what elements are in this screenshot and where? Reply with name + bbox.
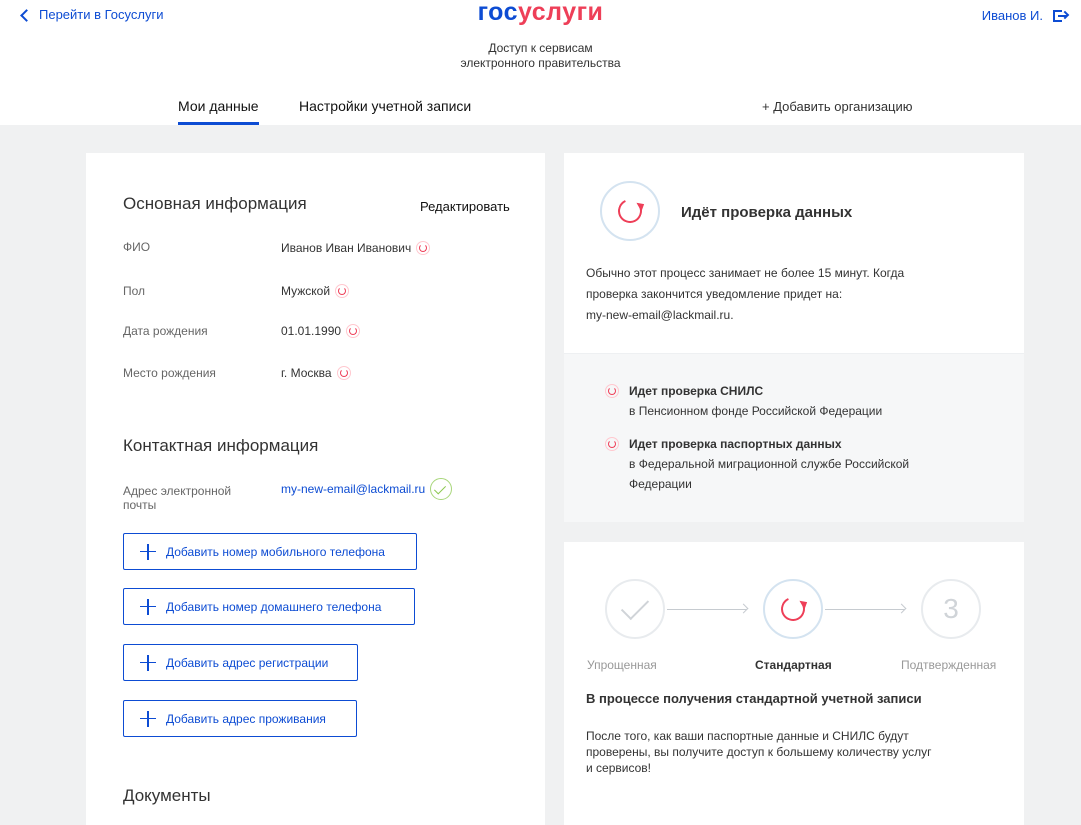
verification-title: Идёт проверка данных — [681, 204, 853, 221]
field-value-gender: Мужской — [281, 284, 350, 298]
pending-check-icon — [605, 437, 619, 451]
check-item-snils: Идет проверка СНИЛС в Пенсионном фонде Р… — [605, 381, 882, 421]
field-value-birthdate: 01.01.1990 — [281, 324, 361, 338]
edit-button[interactable]: Редактировать — [420, 199, 510, 214]
step-confirmed: 3 — [921, 579, 981, 639]
add-organization-link[interactable]: + Добавить организацию — [762, 99, 913, 114]
header: Перейти в Госуслуги госуслуги Доступ к с… — [0, 0, 1081, 125]
verified-check-icon — [430, 478, 453, 500]
add-home-phone-button[interactable]: Добавить номер домашнего телефона — [123, 588, 415, 625]
field-value-fio: Иванов Иван Иванович — [281, 241, 431, 255]
pending-check-icon — [416, 241, 431, 255]
field-label-fio: ФИО — [123, 240, 151, 254]
logout-icon[interactable] — [1053, 9, 1070, 23]
plus-icon — [140, 598, 156, 615]
basic-info-title: Основная информация — [123, 194, 307, 213]
plus-icon — [140, 654, 156, 671]
add-registration-address-button[interactable]: Добавить адрес регистрации — [123, 644, 358, 681]
check-icon — [620, 591, 650, 621]
field-label-gender: Пол — [123, 284, 146, 298]
email-label: Адрес электронной почты — [123, 484, 232, 512]
step-label-confirmed: Подтвержденная — [901, 658, 997, 672]
pending-check-icon — [605, 384, 619, 398]
plus-icon — [140, 710, 156, 727]
check-item-passport: Идет проверка паспортных данных в Федера… — [605, 434, 909, 494]
add-mobile-phone-button[interactable]: Добавить номер мобильного телефона — [123, 533, 417, 570]
step-label-standard: Стандартная — [755, 658, 832, 672]
step-label-simplified: Упрощенная — [587, 658, 657, 672]
field-label-birthdate: Дата рождения — [123, 324, 208, 338]
contact-info-title: Контактная информация — [123, 436, 319, 455]
field-value-birthplace: г. Москва — [281, 366, 351, 380]
user-name[interactable]: Иванов И. — [982, 8, 1043, 23]
logo[interactable]: госуслуги — [0, 0, 1081, 27]
pending-check-icon — [346, 324, 361, 338]
email-value: my-new-email@lackmail.ru — [281, 478, 453, 500]
verification-description: Обычно этот процесс занимает не более 15… — [586, 266, 905, 322]
pending-check-icon — [336, 366, 351, 380]
step-standard — [763, 579, 823, 639]
step-connector — [667, 609, 747, 610]
add-residence-address-button[interactable]: Добавить адрес проживания — [123, 700, 357, 737]
step-connector — [825, 609, 905, 610]
verification-pending-icon — [600, 181, 660, 241]
user-menu[interactable]: Иванов И. — [982, 8, 1070, 23]
tab-my-data[interactable]: Мои данные — [178, 98, 259, 125]
pending-check-icon — [335, 284, 350, 298]
plus-icon — [140, 543, 156, 560]
account-level-heading: В процессе получения стандартной учетной… — [586, 691, 922, 706]
documents-title: Документы — [123, 786, 211, 805]
tab-account-settings[interactable]: Настройки учетной записи — [299, 98, 471, 114]
tagline: Доступ к сервисам электронного правитель… — [460, 41, 621, 70]
step-simplified — [605, 579, 665, 639]
field-label-birthplace: Место рождения — [123, 366, 216, 380]
account-level-description: После того, как ваши паспортные данные и… — [586, 729, 932, 775]
